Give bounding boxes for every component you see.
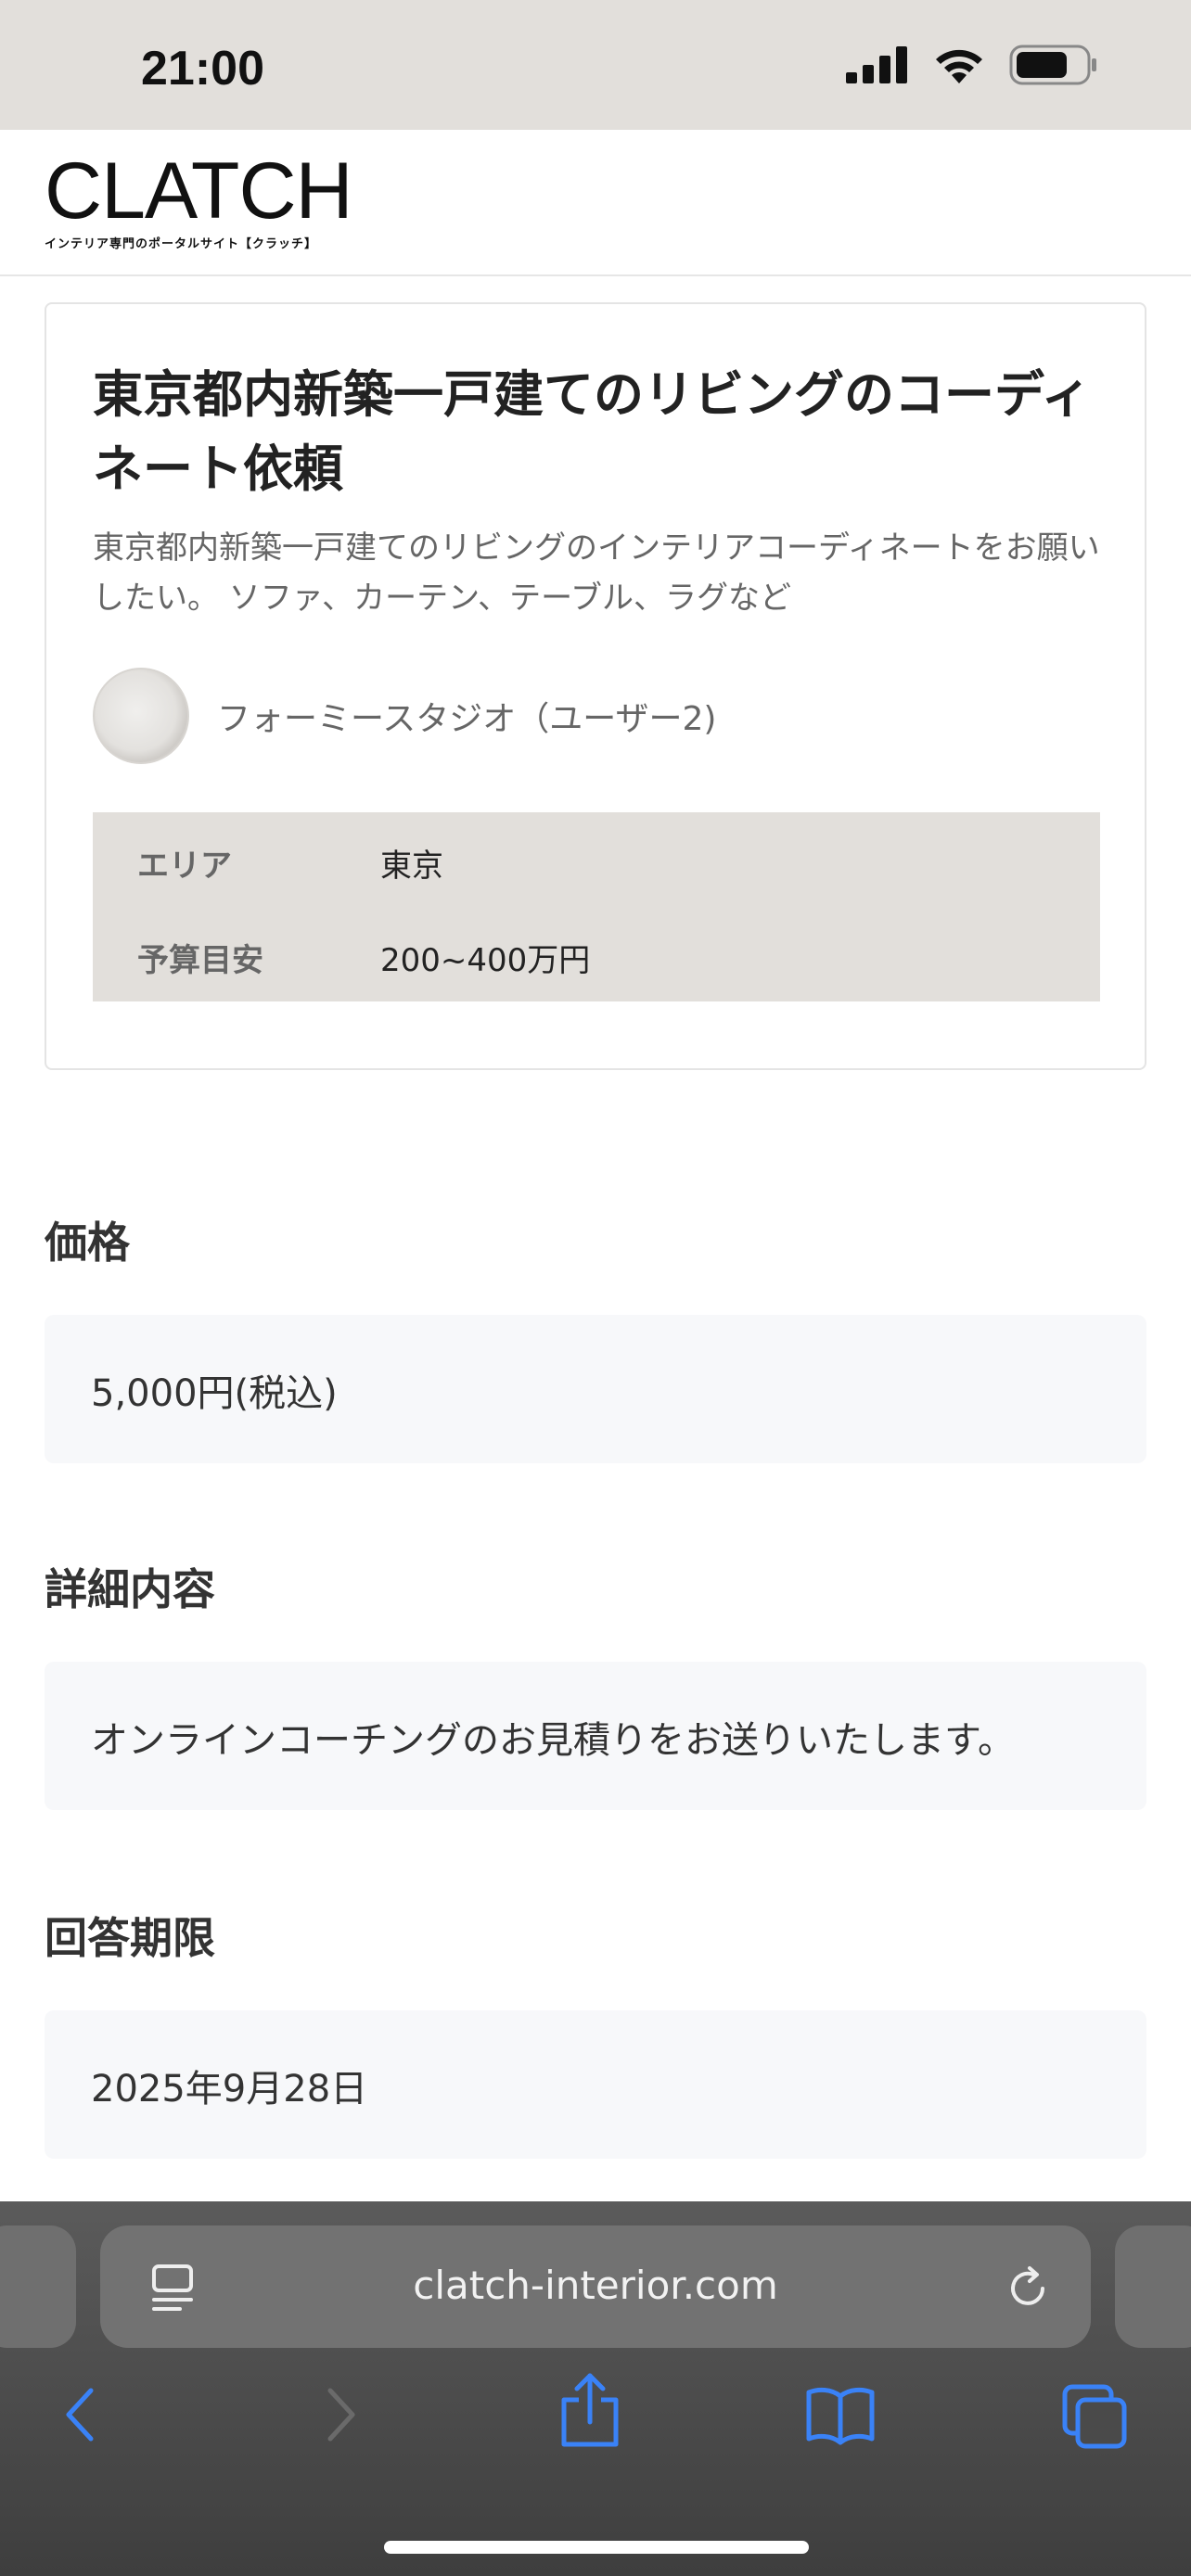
- url-text: clatch-interior.com: [413, 2263, 778, 2308]
- forward-icon[interactable]: [314, 2383, 365, 2446]
- previous-tab-peek[interactable]: [0, 2225, 76, 2348]
- details-heading: 詳細内容: [45, 1564, 215, 1614]
- deadline-box: 2025年9月28日: [45, 2010, 1146, 2159]
- details-box: オンラインコーチングのお見積りをお送りいたします。: [45, 1662, 1146, 1810]
- browser-toolbar: clatch-interior.com: [0, 2201, 1191, 2576]
- details-value: オンラインコーチングのお見積りをお送りいたします。: [91, 1719, 1015, 1762]
- info-row-budget: 予算目安 200~400万円: [93, 907, 1100, 1001]
- request-author: フォーミースタジオ（ユーザー2): [93, 668, 716, 764]
- author-name: フォーミースタジオ（ユーザー2): [217, 700, 717, 738]
- request-description: 東京都内新築一戸建てのリビングのインテリアコーディネートをお願いしたい。 ソファ…: [93, 529, 1100, 617]
- share-icon[interactable]: [557, 2372, 623, 2450]
- price-heading: 価格: [45, 1218, 130, 1268]
- logo-tagline: インテリア専門のポータルサイト【クラッチ】: [45, 237, 318, 251]
- bookmarks-icon[interactable]: [805, 2383, 876, 2446]
- request-card[interactable]: 東京都内新築一戸建てのリビングのコーディネート依頼 東京都内新築一戸建てのリビン…: [45, 302, 1146, 1070]
- battery-icon: [1009, 45, 1096, 85]
- info-row-area: エリア 東京: [93, 812, 1100, 907]
- next-tab-peek[interactable]: [1115, 2225, 1191, 2348]
- request-info-table: エリア 東京 予算目安 200~400万円: [93, 812, 1100, 1001]
- cellular-signal-icon: [846, 46, 907, 83]
- logo-wordmark: CLATCH: [45, 147, 353, 236]
- home-indicator: [384, 2541, 809, 2554]
- deadline-value: 2025年9月28日: [91, 2068, 368, 2111]
- request-title: 東京都内新築一戸建てのリビングのコーディネート依頼: [93, 365, 1092, 498]
- tabs-icon[interactable]: [1061, 2383, 1128, 2450]
- price-box: 5,000円(税込): [45, 1315, 1146, 1463]
- site-header: CLATCH インテリア専門のポータルサイト【クラッチ】: [0, 130, 1191, 276]
- reload-icon[interactable]: [1002, 2263, 1054, 2315]
- back-icon[interactable]: [56, 2383, 108, 2446]
- info-label: 予算目安: [137, 942, 263, 979]
- deadline-heading: 回答期限: [45, 1913, 215, 1963]
- address-bar[interactable]: clatch-interior.com: [100, 2225, 1091, 2348]
- avatar: [93, 668, 189, 764]
- info-value: 東京: [380, 848, 443, 885]
- status-time: 21:00: [141, 42, 264, 96]
- wifi-icon: [936, 49, 982, 83]
- info-value: 200~400万円: [380, 942, 591, 979]
- status-bar: 21:00: [0, 0, 1191, 130]
- info-label: エリア: [137, 848, 232, 885]
- price-value: 5,000円(税込): [91, 1372, 338, 1415]
- clatch-logo[interactable]: CLATCH インテリア専門のポータルサイト【クラッチ】: [45, 147, 353, 251]
